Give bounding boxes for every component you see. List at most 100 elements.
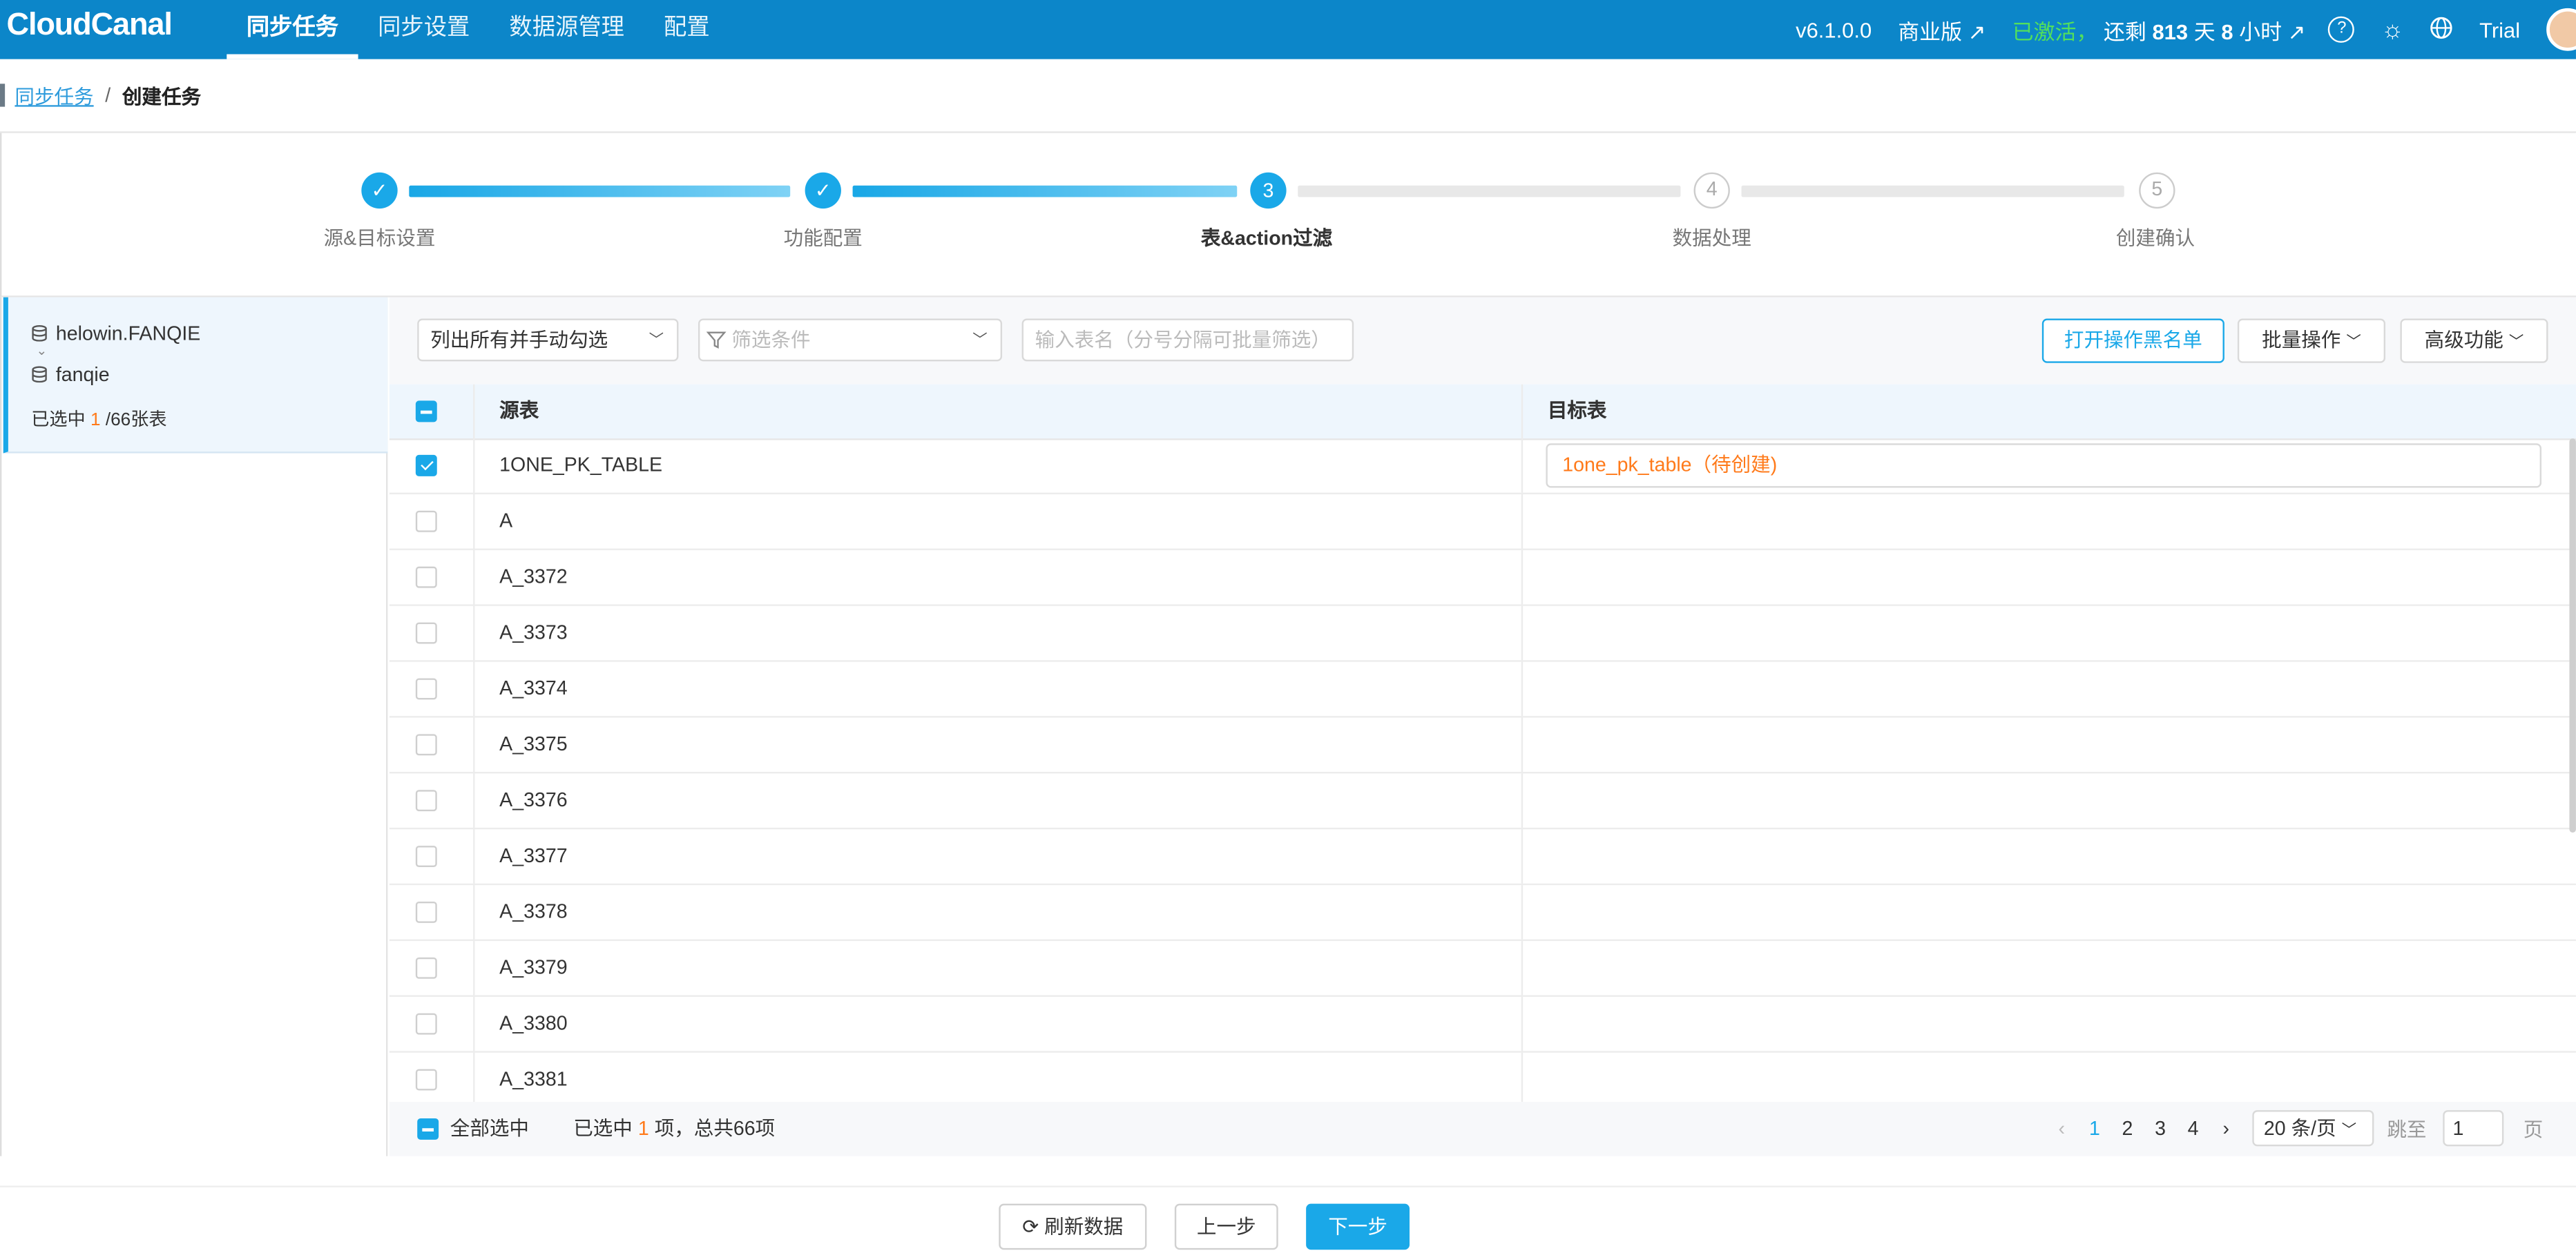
row-checkbox[interactable] [415, 901, 437, 923]
row-checkbox[interactable] [415, 790, 437, 812]
prev-page-icon[interactable]: ‹ [2046, 1117, 2079, 1140]
column-divider [1521, 661, 1524, 717]
jump-page-input[interactable]: 1 [2443, 1110, 2504, 1147]
theme-sun-icon[interactable]: ☼ [2381, 16, 2404, 43]
db-mapping-card[interactable]: helowin.FANQIE ⌄ fanqie 已选中 1 /66张表 [3, 297, 388, 454]
user-name[interactable]: Trial [2479, 17, 2520, 42]
table-row[interactable]: A_3378 [389, 885, 2576, 942]
advanced-features-label: 高级功能 [2424, 328, 2503, 352]
step-3-label: 表&action过滤 [1200, 226, 1333, 250]
source-table-name: A_3376 [499, 788, 568, 812]
page-3[interactable]: 3 [2144, 1117, 2177, 1140]
filter-condition-select[interactable]: 筛选条件 ﹀ [698, 318, 1003, 362]
header-select-checkbox[interactable] [415, 400, 437, 422]
row-checkbox[interactable] [415, 1069, 437, 1091]
target-db: fanqie [31, 362, 110, 387]
list-mode-select[interactable]: 列出所有并手动勾选 ﹀ [417, 318, 679, 362]
column-divider [1521, 384, 1524, 439]
database-icon [32, 366, 47, 383]
table-row[interactable]: A_3381 [390, 1052, 2576, 1103]
next-page-icon[interactable]: › [2209, 1117, 2242, 1140]
breadcrumb: 同步任务 / 创建任务 [0, 59, 2576, 133]
table-row[interactable]: 1ONE_PK_TABLE 1one_pk_table（待创建) [389, 438, 2576, 495]
row-checkbox[interactable] [415, 1013, 437, 1035]
bottom-actions: ⟳ 刷新数据 上一步 下一步 [0, 1185, 2576, 1253]
row-checkbox[interactable] [415, 566, 437, 588]
column-divider [473, 885, 475, 940]
select-all-checkbox[interactable] [417, 1118, 439, 1140]
step-1-label: 源&目标设置 [323, 226, 436, 250]
table-row[interactable]: A_3376 [389, 773, 2576, 830]
column-divider [473, 438, 475, 493]
table-name-search-input[interactable]: 输入表名（分号分隔可批量筛选） [1021, 318, 1354, 362]
nav-sync-tasks[interactable]: 同步任务 [227, 0, 358, 59]
license-prefix: 还剩 [2103, 19, 2146, 44]
target-db-name: fanqie [55, 362, 110, 387]
row-checkbox[interactable] [415, 622, 437, 644]
page-1[interactable]: 1 [2078, 1117, 2111, 1140]
nav-datasource-management[interactable]: 数据源管理 [490, 0, 644, 59]
nav-config[interactable]: 配置 [644, 0, 729, 59]
open-blacklist-button[interactable]: 打开操作黑名单 [2041, 318, 2224, 363]
table-mapping-table: 源表 目标表 1ONE_PK_TABLE 1one_pk_table（待创建) A A… [389, 384, 2576, 1103]
table-row[interactable]: A_3377 [389, 829, 2576, 886]
advanced-features-button[interactable]: 高级功能 ﹀ [2400, 318, 2548, 363]
license-days: 813 [2152, 19, 2189, 44]
breadcrumb-parent-link[interactable]: 同步任务 [15, 81, 93, 109]
step-progress: ✓ ✓ 3 4 5 源&目标设置 功能配置 表&action过滤 数据处理 创建… [0, 133, 2576, 298]
step-2-check-icon: ✓ [805, 172, 841, 209]
row-checkbox[interactable] [415, 957, 437, 979]
nav-sync-settings[interactable]: 同步设置 [358, 0, 490, 59]
next-step-button[interactable]: 下一步 [1306, 1203, 1410, 1250]
column-divider [473, 941, 475, 995]
target-table-input[interactable]: 1one_pk_table（待创建) [1546, 443, 2542, 488]
breadcrumb-current: 创建任务 [122, 84, 202, 108]
user-avatar[interactable] [2546, 8, 2576, 51]
chevron-down-icon: ﹀ [648, 331, 664, 349]
app-logo[interactable]: CloudCanal [7, 8, 173, 44]
source-table-name: 1ONE_PK_TABLE [499, 453, 663, 476]
batch-operation-button[interactable]: 批量操作 ﹀ [2237, 318, 2386, 363]
page-4[interactable]: 4 [2177, 1117, 2210, 1140]
page-size-select[interactable]: 20 条/页 ﹀ [2252, 1110, 2374, 1147]
step-4-number: 4 [1693, 172, 1730, 209]
table-row[interactable]: A_3373 [389, 605, 2576, 662]
refresh-label: 刷新数据 [1044, 1215, 1124, 1239]
row-checkbox[interactable] [415, 510, 437, 532]
table-row[interactable]: A_3374 [389, 661, 2576, 718]
column-divider [1521, 494, 1524, 549]
page-2[interactable]: 2 [2111, 1117, 2144, 1140]
table-row[interactable]: A_3380 [389, 996, 2576, 1053]
column-divider [473, 829, 475, 884]
table-scrollbar[interactable] [2569, 438, 2576, 833]
column-divider [1521, 885, 1524, 940]
table-row[interactable]: A [389, 494, 2576, 550]
page-unit-label: 页 [2523, 1117, 2544, 1141]
license-days-unit: 天 [2193, 19, 2215, 44]
help-icon[interactable]: ? [2328, 16, 2355, 43]
version-label: v6.1.0.0 [1796, 17, 1872, 42]
column-divider [473, 773, 475, 828]
source-db: helowin.FANQIE [31, 322, 200, 345]
prev-step-button[interactable]: 上一步 [1174, 1203, 1278, 1250]
column-divider [473, 384, 475, 439]
row-checkbox[interactable] [415, 734, 437, 756]
source-table-name: A_3372 [499, 565, 568, 588]
globe-icon[interactable] [2430, 16, 2453, 43]
license-status[interactable]: 已激活， 还剩 813 天 8 小时 ↗ [2012, 14, 2306, 45]
edition-link[interactable]: 商业版 ↗ [1898, 14, 1986, 45]
step-line-4 [1741, 185, 2124, 197]
table-row[interactable]: A_3372 [389, 550, 2576, 606]
table-row[interactable]: A_3379 [389, 941, 2576, 997]
select-all-label[interactable]: 全部选中 [450, 1102, 529, 1156]
table-row[interactable]: A_3375 [389, 717, 2576, 774]
row-checkbox[interactable] [415, 678, 437, 700]
column-divider [1521, 605, 1524, 661]
column-divider [473, 717, 475, 773]
row-checkbox[interactable] [415, 454, 437, 476]
column-divider [1521, 773, 1524, 828]
refresh-data-button[interactable]: ⟳ 刷新数据 [999, 1203, 1147, 1250]
source-table-name: A_3380 [499, 1011, 568, 1035]
breadcrumb-marker [0, 84, 6, 107]
row-checkbox[interactable] [415, 846, 437, 868]
